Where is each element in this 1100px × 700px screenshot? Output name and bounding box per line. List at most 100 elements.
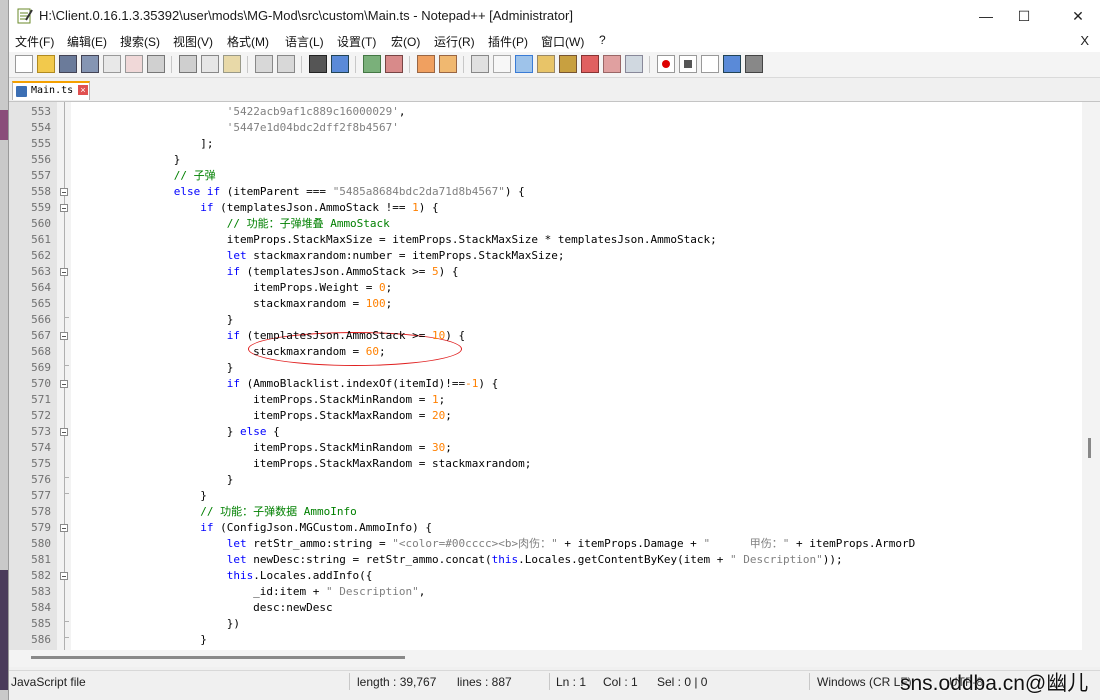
indent-guide-icon[interactable] [515, 55, 533, 73]
status-file-type: JavaScript file [11, 675, 86, 689]
code-line: let stackmaxrandom:number = itemProps.St… [226, 249, 565, 262]
fold-toggle-icon[interactable] [60, 188, 68, 196]
save-macro-icon[interactable] [745, 55, 763, 73]
save-all-icon[interactable] [81, 55, 99, 73]
stop-macro-icon[interactable] [679, 55, 697, 73]
find-icon[interactable] [309, 55, 327, 73]
paste-icon[interactable] [223, 55, 241, 73]
code-line: itemProps.StackMaxRandom = 20; [81, 409, 452, 422]
run-macro-multiple-icon[interactable] [723, 55, 741, 73]
toolbar-separator [409, 56, 410, 73]
minimize-icon: — [979, 8, 993, 24]
close-all-icon[interactable] [125, 55, 143, 73]
code-line: if (templatesJson.AmmoStack !== 1) { [200, 201, 439, 214]
word-wrap-icon[interactable] [471, 55, 489, 73]
zoom-out-icon[interactable] [385, 55, 403, 73]
fold-end-marker [64, 317, 69, 318]
fold-toggle-icon[interactable] [60, 204, 68, 212]
vertical-scroll-thumb[interactable] [1088, 438, 1091, 458]
function-list-icon[interactable] [581, 55, 599, 73]
menu-bar: 文件(F) 编辑(E) 搜索(S) 视图(V) 格式(M) 语言(L) 设置(T… [9, 32, 1100, 52]
tab-main-ts[interactable]: Main.ts × [12, 81, 90, 100]
menu-plugins[interactable]: 插件(P) [488, 33, 528, 50]
fold-end-marker [64, 365, 69, 366]
line-number: 574 [31, 441, 51, 454]
print-icon[interactable] [147, 55, 165, 73]
line-number: 575 [31, 457, 51, 470]
sync-horizontal-icon[interactable] [439, 55, 457, 73]
code-line: } [81, 473, 234, 486]
notepad-app-icon [17, 8, 33, 24]
replace-icon[interactable] [331, 55, 349, 73]
watermark-text: sns.oddba.cn@幽儿 [900, 672, 1089, 695]
code-line: } [81, 313, 234, 326]
line-number: 566 [31, 313, 51, 326]
fold-toggle-icon[interactable] [60, 380, 68, 388]
menu-language[interactable]: 语言(L) [285, 33, 324, 50]
menu-format[interactable]: 格式(M) [227, 33, 269, 50]
code-line: stackmaxrandom = 100; [81, 297, 393, 310]
fold-toggle-icon[interactable] [60, 268, 68, 276]
line-number: 584 [31, 601, 51, 614]
play-macro-icon[interactable] [701, 55, 719, 73]
menu-help[interactable]: ? [599, 33, 606, 47]
menu-search[interactable]: 搜索(S) [120, 33, 160, 50]
code-editor[interactable]: 553 '5422acb9af1c889c16000029', 554 '5447… [9, 102, 1082, 650]
line-number: 577 [31, 489, 51, 502]
code-line: itemProps.StackMinRandom = 1; [81, 393, 446, 406]
horizontal-scrollbar[interactable] [9, 650, 1100, 667]
save-icon[interactable] [59, 55, 77, 73]
toolbar-separator [301, 56, 302, 73]
maximize-button[interactable]: ☐ [1001, 0, 1047, 32]
menu-view[interactable]: 视图(V) [173, 33, 213, 50]
copy-icon[interactable] [201, 55, 219, 73]
status-eol[interactable]: Windows (CR LF) [817, 675, 912, 689]
menu-window[interactable]: 窗口(W) [541, 33, 584, 50]
new-file-icon[interactable] [15, 55, 33, 73]
vertical-scrollbar[interactable] [1082, 102, 1100, 650]
redo-icon[interactable] [277, 55, 295, 73]
close-file-icon[interactable] [103, 55, 121, 73]
line-number: 578 [31, 505, 51, 518]
user-defined-language-icon[interactable] [537, 55, 555, 73]
record-macro-icon[interactable] [657, 55, 675, 73]
code-line: // 子弹 [173, 169, 216, 182]
menu-settings[interactable]: 设置(T) [337, 33, 376, 50]
status-selection: Sel : 0 | 0 [657, 675, 708, 689]
undo-icon[interactable] [255, 55, 273, 73]
cut-icon[interactable] [179, 55, 197, 73]
status-line: Ln : 1 [556, 675, 587, 689]
line-number: 579 [31, 521, 51, 534]
zoom-in-icon[interactable] [363, 55, 381, 73]
menu-macro[interactable]: 宏(O) [391, 33, 420, 50]
close-document-button[interactable]: X [1080, 33, 1089, 48]
fold-toggle-icon[interactable] [60, 524, 68, 532]
folder-as-workspace-icon[interactable] [603, 55, 621, 73]
code-line: let retStr_ammo:string = "<color=#00cccc… [226, 537, 916, 550]
menu-edit[interactable]: 编辑(E) [67, 33, 107, 50]
code-line: }) [81, 617, 240, 630]
code-line: } [81, 361, 234, 374]
code-line: if (templatesJson.AmmoStack >= 10) { [226, 329, 466, 342]
horizontal-scroll-thumb[interactable] [31, 656, 405, 659]
code-line: else if (itemParent === "5485a8684bdc2da… [173, 185, 525, 198]
sync-vertical-icon[interactable] [417, 55, 435, 73]
close-button[interactable]: ✕ [1055, 0, 1100, 32]
open-file-icon[interactable] [37, 55, 55, 73]
fold-toggle-icon[interactable] [60, 428, 68, 436]
line-number: 571 [31, 393, 51, 406]
menu-run[interactable]: 运行(R) [434, 33, 475, 50]
fold-toggle-icon[interactable] [60, 332, 68, 340]
menu-file[interactable]: 文件(F) [15, 33, 54, 50]
document-map-icon[interactable] [559, 55, 577, 73]
monitoring-icon[interactable] [625, 55, 643, 73]
code-line: } else { [81, 425, 280, 438]
show-all-characters-icon[interactable] [493, 55, 511, 73]
line-number: 568 [31, 345, 51, 358]
fold-toggle-icon[interactable] [60, 572, 68, 580]
tab-close-icon[interactable]: × [78, 85, 88, 95]
line-number: 569 [31, 361, 51, 374]
code-line: // 功能：子弹数据 AmmoInfo [200, 505, 357, 518]
code-line: if (ConfigJson.MGCustom.AmmoInfo) { [200, 521, 433, 534]
status-separator [549, 673, 550, 690]
